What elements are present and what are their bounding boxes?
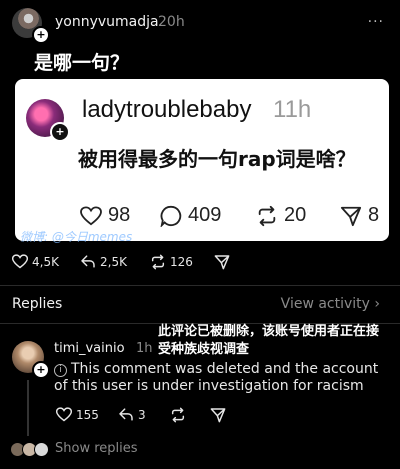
send-icon [340, 205, 362, 227]
reply-repost-button[interactable]: 3 [118, 407, 146, 422]
send-icon [214, 254, 230, 270]
translation-overlay: 此评论已被删除，该账号使用者正在接受种族歧视调查 [158, 324, 380, 357]
post-timestamp: 20h [158, 14, 185, 30]
thread-line [27, 380, 29, 436]
heart-icon [12, 254, 28, 269]
reply-share-button[interactable] [210, 407, 226, 423]
repost-icon [80, 254, 96, 269]
share-button[interactable] [214, 254, 230, 270]
reply-username[interactable]: timi_vainio [54, 341, 125, 356]
follow-plus-icon[interactable]: + [32, 26, 50, 44]
heart-icon [56, 407, 72, 422]
reply-like-button[interactable]: 155 [56, 407, 99, 422]
reply-repost-count: 3 [138, 407, 146, 422]
quote-button[interactable]: 126 [150, 254, 193, 270]
quoted-comment-button[interactable]: 409 [160, 204, 221, 227]
watermark: 微博: @今日memes [20, 230, 133, 244]
post-text: 是哪一句？ [34, 52, 130, 74]
reply-text-container: i This comment was deleted and the accoun… [54, 361, 384, 395]
repost-icon [256, 205, 278, 227]
reply-text: This comment was deleted and the account… [54, 361, 379, 394]
comment-icon [160, 205, 182, 227]
quoted-like-count: 98 [108, 204, 131, 226]
quoted-follow-plus-icon[interactable]: + [50, 122, 70, 142]
heart-icon [80, 205, 102, 226]
quoted-username[interactable]: ladytroublebaby [82, 96, 251, 124]
quoted-share-count: 8 [368, 204, 380, 226]
quoted-text: 被用得最多的一句rap词是啥？ [78, 147, 356, 171]
like-button[interactable]: 4,5K [12, 254, 59, 269]
send-icon [210, 407, 226, 423]
post-username[interactable]: yonnyvumadja [55, 14, 159, 30]
like-count: 4,5K [32, 254, 59, 269]
reply-avatars-stack [10, 442, 49, 457]
quote-icon [150, 254, 166, 270]
quoted-comment-count: 409 [188, 204, 222, 226]
reply-quote-button[interactable] [170, 407, 186, 423]
reply-timestamp: 1h [136, 341, 153, 356]
reply-like-count: 155 [76, 407, 99, 422]
quoted-timestamp: 11h [273, 96, 312, 123]
repost-icon [118, 407, 134, 422]
view-activity-link[interactable]: View activity › [281, 296, 380, 312]
info-icon: i [54, 364, 67, 377]
repost-count: 2,5K [100, 254, 127, 269]
quote-icon [170, 407, 186, 423]
quoted-repost-count: 20 [284, 204, 307, 226]
quoted-like-button[interactable]: 98 [80, 204, 130, 227]
mini-avatar [34, 442, 49, 457]
more-options-icon[interactable]: ··· [368, 14, 384, 30]
divider [0, 285, 400, 286]
show-replies-link[interactable]: Show replies [55, 441, 138, 456]
repost-button[interactable]: 2,5K [80, 254, 127, 269]
replies-header: Replies [12, 296, 63, 312]
quoted-repost-button[interactable]: 20 [256, 204, 306, 227]
reply-follow-plus-icon[interactable]: + [32, 361, 50, 379]
quote-count: 126 [170, 255, 193, 269]
quoted-share-button[interactable]: 8 [340, 204, 379, 227]
